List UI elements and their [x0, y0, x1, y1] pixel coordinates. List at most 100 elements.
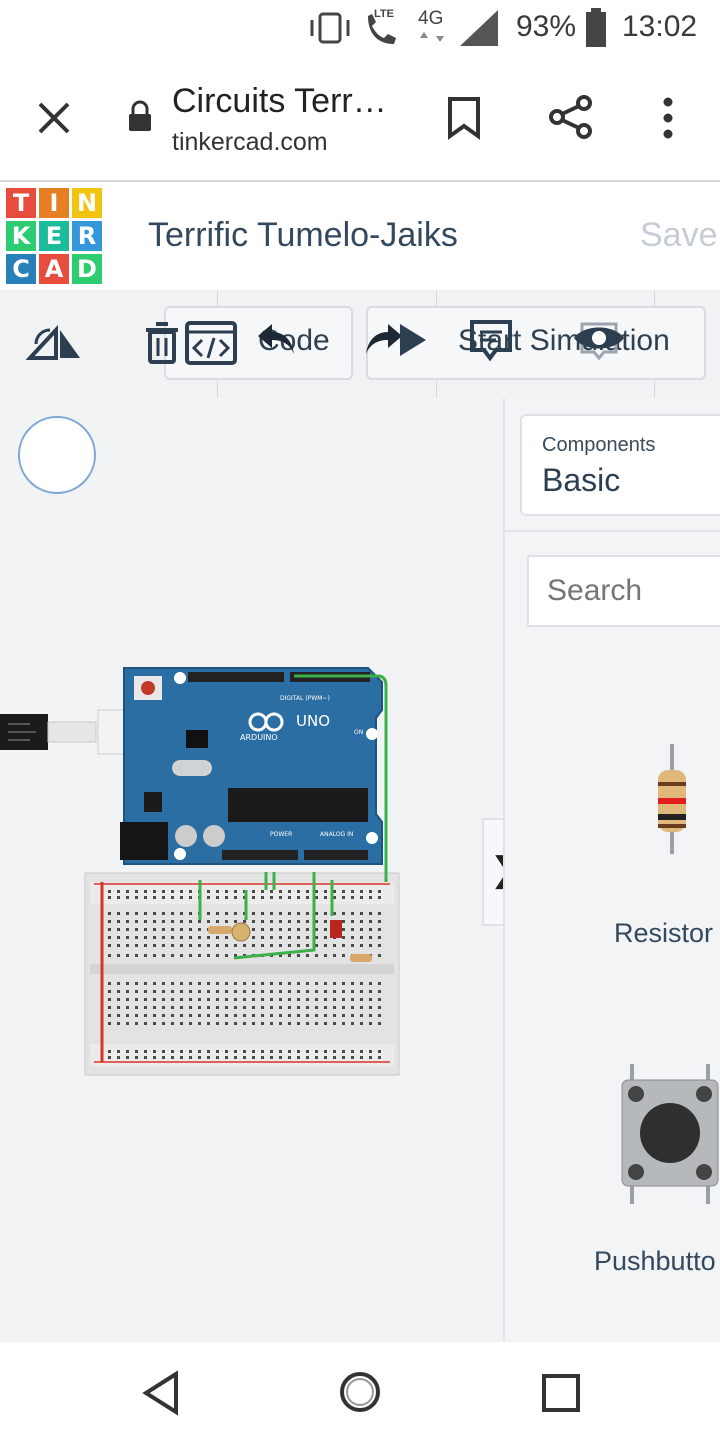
tinkercad-logo[interactable]: T I N K E R C A D [6, 188, 102, 284]
breadboard-hole [216, 982, 219, 985]
page-title[interactable]: Circuits Terr… [172, 82, 387, 121]
breadboard-hole [225, 890, 228, 893]
breadboard-hole [306, 1014, 309, 1017]
breadboard-hole [252, 912, 255, 915]
breadboard-hole [207, 890, 210, 893]
breadboard-hole [108, 998, 111, 1001]
breadboard-hole [207, 954, 210, 957]
breadboard-hole [288, 936, 291, 939]
breadboard-hole [162, 890, 165, 893]
resistor-part[interactable] [350, 954, 372, 962]
recents-icon[interactable] [540, 1372, 582, 1414]
breadboard-hole [171, 1006, 174, 1009]
breadboard-hole [117, 928, 120, 931]
breadboard-hole [297, 1056, 300, 1059]
breadboard-hole [378, 954, 381, 957]
breadboard-hole [108, 954, 111, 957]
delete-icon[interactable] [144, 322, 180, 364]
share-icon[interactable] [548, 94, 594, 140]
close-icon[interactable] [34, 98, 74, 138]
breadboard-hole [351, 998, 354, 1001]
resistor-part[interactable] [208, 926, 232, 934]
workplane-canvas[interactable]: ARDUINO UNO DIGITAL (PWM~) POWER ANALOG … [0, 398, 519, 1342]
breadboard-hole [306, 912, 309, 915]
breadboard-hole [126, 890, 129, 893]
breadboard-hole [351, 896, 354, 899]
clock: 13:02 [622, 10, 698, 43]
breadboard-hole [108, 936, 111, 939]
play-icon[interactable] [396, 320, 430, 360]
breadboard-hole [270, 1022, 273, 1025]
breadboard-hole [252, 998, 255, 1001]
breadboard-hole [234, 912, 237, 915]
breadboard-hole [207, 1056, 210, 1059]
photoresistor-part[interactable] [231, 922, 251, 942]
note-icon[interactable] [468, 318, 514, 362]
breadboard-hole [216, 1050, 219, 1053]
home-icon[interactable] [336, 1368, 384, 1416]
breadboard-hole [306, 920, 309, 923]
breadboard-hole [135, 896, 138, 899]
breadboard-hole [153, 936, 156, 939]
breadboard-hole [270, 1006, 273, 1009]
breadboard-hole [324, 920, 327, 923]
lock-icon [129, 100, 151, 131]
breadboard-hole [126, 998, 129, 1001]
breadboard-hole [189, 954, 192, 957]
breadboard-hole [306, 990, 309, 993]
breadboard-hole [288, 1056, 291, 1059]
component-search-input[interactable] [527, 555, 720, 627]
breadboard-hole [333, 998, 336, 1001]
breadboard-hole [171, 936, 174, 939]
breadboard-hole [270, 896, 273, 899]
breadboard-hole [270, 920, 273, 923]
breadboard-hole [378, 890, 381, 893]
breadboard-hole [279, 990, 282, 993]
code-icon[interactable] [184, 320, 238, 366]
breadboard-hole [144, 1050, 147, 1053]
breadboard-hole [315, 1022, 318, 1025]
breadboard-hole [342, 1014, 345, 1017]
breadboard-hole [225, 1022, 228, 1025]
breadboard-hole [369, 896, 372, 899]
components-label: Components [542, 434, 656, 456]
undo-icon[interactable] [254, 320, 298, 360]
breadboard[interactable] [84, 872, 400, 1076]
components-dropdown[interactable]: Components Basic [520, 414, 720, 516]
back-icon[interactable] [140, 1370, 184, 1416]
breadboard-hole [216, 912, 219, 915]
breadboard-hole [144, 954, 147, 957]
breadboard-hole [135, 912, 138, 915]
breadboard-hole [225, 936, 228, 939]
breadboard-hole [117, 1006, 120, 1009]
breadboard-hole [117, 1056, 120, 1059]
rotate-icon[interactable] [26, 322, 82, 364]
breadboard-hole [126, 990, 129, 993]
view-cube-button[interactable] [18, 416, 96, 494]
led-part[interactable] [330, 920, 342, 938]
project-name[interactable]: Terrific Tumelo-Jaiks [148, 216, 458, 255]
eye-icon[interactable] [572, 318, 626, 362]
breadboard-hole [234, 890, 237, 893]
page-domain[interactable]: tinkercad.com [172, 128, 328, 157]
component-item-resistor[interactable]: Resistor [600, 730, 720, 970]
breadboard-hole [279, 998, 282, 1001]
bookmark-icon[interactable] [446, 96, 482, 140]
breadboard-hole [360, 920, 363, 923]
usb-cable[interactable] [0, 704, 130, 760]
logo-letter: E [39, 221, 69, 251]
more-icon[interactable] [658, 96, 678, 140]
breadboard-hole [108, 944, 111, 947]
breadboard-hole [180, 1006, 183, 1009]
breadboard-hole [369, 1022, 372, 1025]
breadboard-hole [207, 920, 210, 923]
breadboard-hole [279, 1006, 282, 1009]
breadboard-hole [225, 1050, 228, 1053]
wire[interactable] [290, 668, 390, 888]
breadboard-hole [288, 998, 291, 1001]
breadboard-hole [324, 1006, 327, 1009]
breadboard-hole [360, 1050, 363, 1053]
breadboard-hole [333, 944, 336, 947]
breadboard-hole [360, 896, 363, 899]
component-item-pushbutton[interactable]: Pushbutto [590, 1060, 720, 1290]
